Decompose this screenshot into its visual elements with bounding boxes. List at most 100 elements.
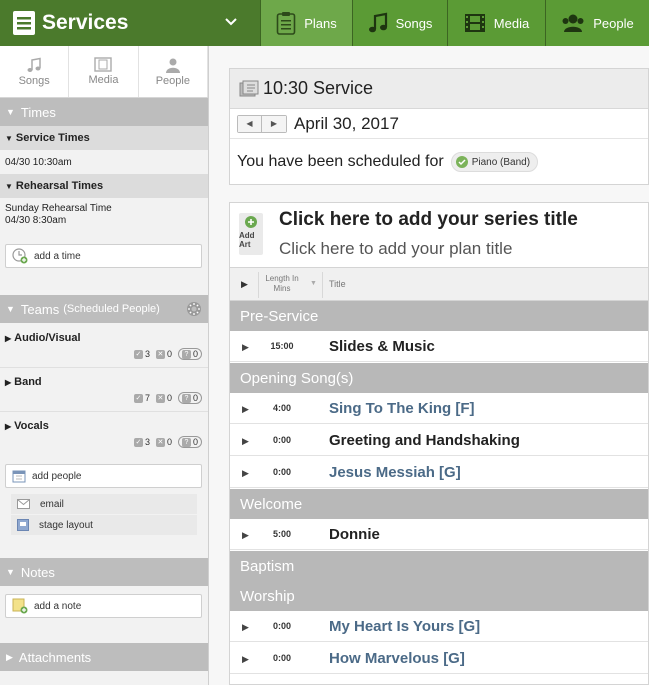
play-all-icon[interactable]: ▶ [241,279,248,290]
team-name-label: Audio/Visual [14,332,81,344]
team-counts: ✓ 3 ✕ 0 ? 0 [128,436,202,448]
question-icon: ? [181,393,191,403]
item-title[interactable]: Donnie [329,526,380,543]
team-name: ▶ Band [5,376,42,388]
team-name: ▶ Audio/Visual [5,332,81,344]
chevron-down-icon[interactable] [224,16,238,28]
add-people-button[interactable]: add people [5,464,202,488]
section-title: Notes [20,564,55,580]
plan-title[interactable]: Click here to add your plan title [279,239,512,259]
notes-section-header[interactable]: ▼ Notes [0,558,208,586]
expand-arrow-icon[interactable]: ▶ [242,342,249,353]
next-date-button[interactable]: ▶ [262,115,286,132]
item-length[interactable]: 0:00 [262,621,302,631]
section-header-title: Worship [240,587,295,605]
email-link[interactable]: email [11,494,197,514]
rehearsal-name: Sunday Rehearsal Time [5,203,112,214]
service-name[interactable]: 10:30 Service [263,78,373,99]
add-art-button[interactable]: Add Art [239,213,263,255]
plan-item-row[interactable]: ▶ 15:00 Slides & Music [230,331,648,362]
app-title: Services [42,11,129,34]
times-section-header[interactable]: ▼ Times [0,98,208,126]
expand-arrow-icon[interactable]: ▶ [242,654,249,665]
position-badge[interactable]: Piano (Band) [450,152,539,172]
item-length[interactable]: 5:00 [262,529,302,539]
previous-date-button[interactable]: ◀ [238,115,262,132]
sidebar-tab-people[interactable]: People [139,46,208,97]
team-audio-visual[interactable]: ▶ Audio/Visual ✓ 3 ✕ 0 ? 0 [0,323,208,367]
item-title[interactable]: Greeting and Handshaking [329,432,520,449]
plan-item-row[interactable]: ▶ 0:00 My Heart Is Yours [G] [230,611,648,642]
song-title-link[interactable]: My Heart Is Yours [G] [329,618,480,635]
series-title[interactable]: Click here to add your series title [279,209,578,231]
service-date[interactable]: April 30, 2017 [294,114,399,134]
caret-down-icon: ▼ [5,181,13,191]
item-length[interactable]: 0:00 [262,653,302,663]
stage-layout-label: stage layout [39,519,93,531]
team-vocals[interactable]: ▶ Vocals ✓ 3 ✕ 0 ? 0 [0,411,208,455]
service-times-header[interactable]: ▼ Service Times [0,126,208,150]
length-column-header[interactable]: Length In Mins [262,274,302,294]
tab-plans[interactable]: Plans [260,0,352,46]
tab-label: Plans [304,15,337,31]
sidebar-tab-media[interactable]: Media [69,46,139,97]
confirmed-count: ✓ 3 [133,349,150,359]
music-note-icon [26,57,42,75]
expand-arrow-icon[interactable]: ▶ [242,436,249,447]
plan-card: Add Art Click here to add your series ti… [229,202,649,685]
service-time[interactable]: 04/30 10:30am [0,157,72,168]
attachments-section-header[interactable]: ▶ Attachments [0,643,208,671]
plan-section-header[interactable]: Pre-Service [230,301,648,331]
plan-section-header[interactable]: Baptism [230,551,648,581]
expand-arrow-icon[interactable]: ▶ [242,404,249,415]
confirmed-count: ✓ 7 [133,393,150,403]
expand-arrow-icon[interactable]: ▶ [242,530,249,541]
plan-section-header[interactable]: Welcome [230,489,648,519]
song-title-link[interactable]: How Marvelous [G] [329,650,465,667]
add-note-button[interactable]: add a note [5,594,202,618]
position-label: Piano (Band) [471,156,531,168]
item-length[interactable]: 0:00 [262,435,302,445]
divider [322,272,323,298]
teams-section-header[interactable]: ▼ Teams (Scheduled People) [0,295,208,323]
plan-item-row[interactable]: ▶ 0:00 How Marvelous [G] [230,643,648,674]
rehearsal-times-header[interactable]: ▼ Rehearsal Times [0,174,208,198]
plan-section-header[interactable]: Opening Song(s) [230,363,648,393]
email-label: email [40,498,64,510]
team-band[interactable]: ▶ Band ✓ 7 ✕ 0 ? 0 [0,367,208,411]
sidebar-tab-songs[interactable]: Songs [0,46,70,97]
expand-arrow-icon[interactable]: ▶ [242,622,249,633]
plan-item-row[interactable]: ▶ 0:00 Jesus Messiah [G] [230,457,648,488]
plan-item-row[interactable]: ▶ 4:00 Sing To The King [F] [230,393,648,424]
add-time-button[interactable]: add a time [5,244,202,268]
tab-media[interactable]: Media [447,0,545,46]
item-title[interactable]: Slides & Music [329,338,435,355]
tab-people[interactable]: People [545,0,649,46]
app-switcher[interactable]: Services [0,0,260,46]
plan-item-row[interactable]: ▶ 5:00 Donnie [230,519,648,550]
plan-section-header[interactable]: Worship [230,581,648,611]
song-title-link[interactable]: Sing To The King [F] [329,400,475,417]
people-icon [561,13,585,33]
declined-count: ✕ 0 [155,393,172,403]
item-length[interactable]: 0:00 [262,467,302,477]
rehearsal-time-entry[interactable]: Sunday Rehearsal Time 04/30 8:30am [0,198,208,230]
song-title-link[interactable]: Jesus Messiah [G] [329,464,461,481]
tab-label: Media [493,15,530,31]
music-note-icon [368,12,388,34]
declined-count: ✕ 0 [155,437,172,447]
tab-songs[interactable]: Songs [352,0,447,46]
item-length[interactable]: 15:00 [262,341,302,351]
confirmed-count: ✓ 3 [133,437,150,447]
stage-layout-icon [17,519,39,531]
gear-icon[interactable] [186,301,202,317]
expand-arrow-icon[interactable]: ▶ [242,468,249,479]
sort-caret-icon[interactable]: ▼ [310,280,317,287]
section-header-title: Pre-Service [240,307,319,325]
item-length[interactable]: 4:00 [262,403,302,413]
stage-layout-link[interactable]: stage layout [11,515,197,535]
title-column-header[interactable]: Title [329,279,346,289]
services-logo-icon [12,10,36,36]
plan-item-row[interactable]: ▶ 0:00 Greeting and Handshaking [230,425,648,456]
scheduled-text: You have been scheduled for [237,153,444,170]
